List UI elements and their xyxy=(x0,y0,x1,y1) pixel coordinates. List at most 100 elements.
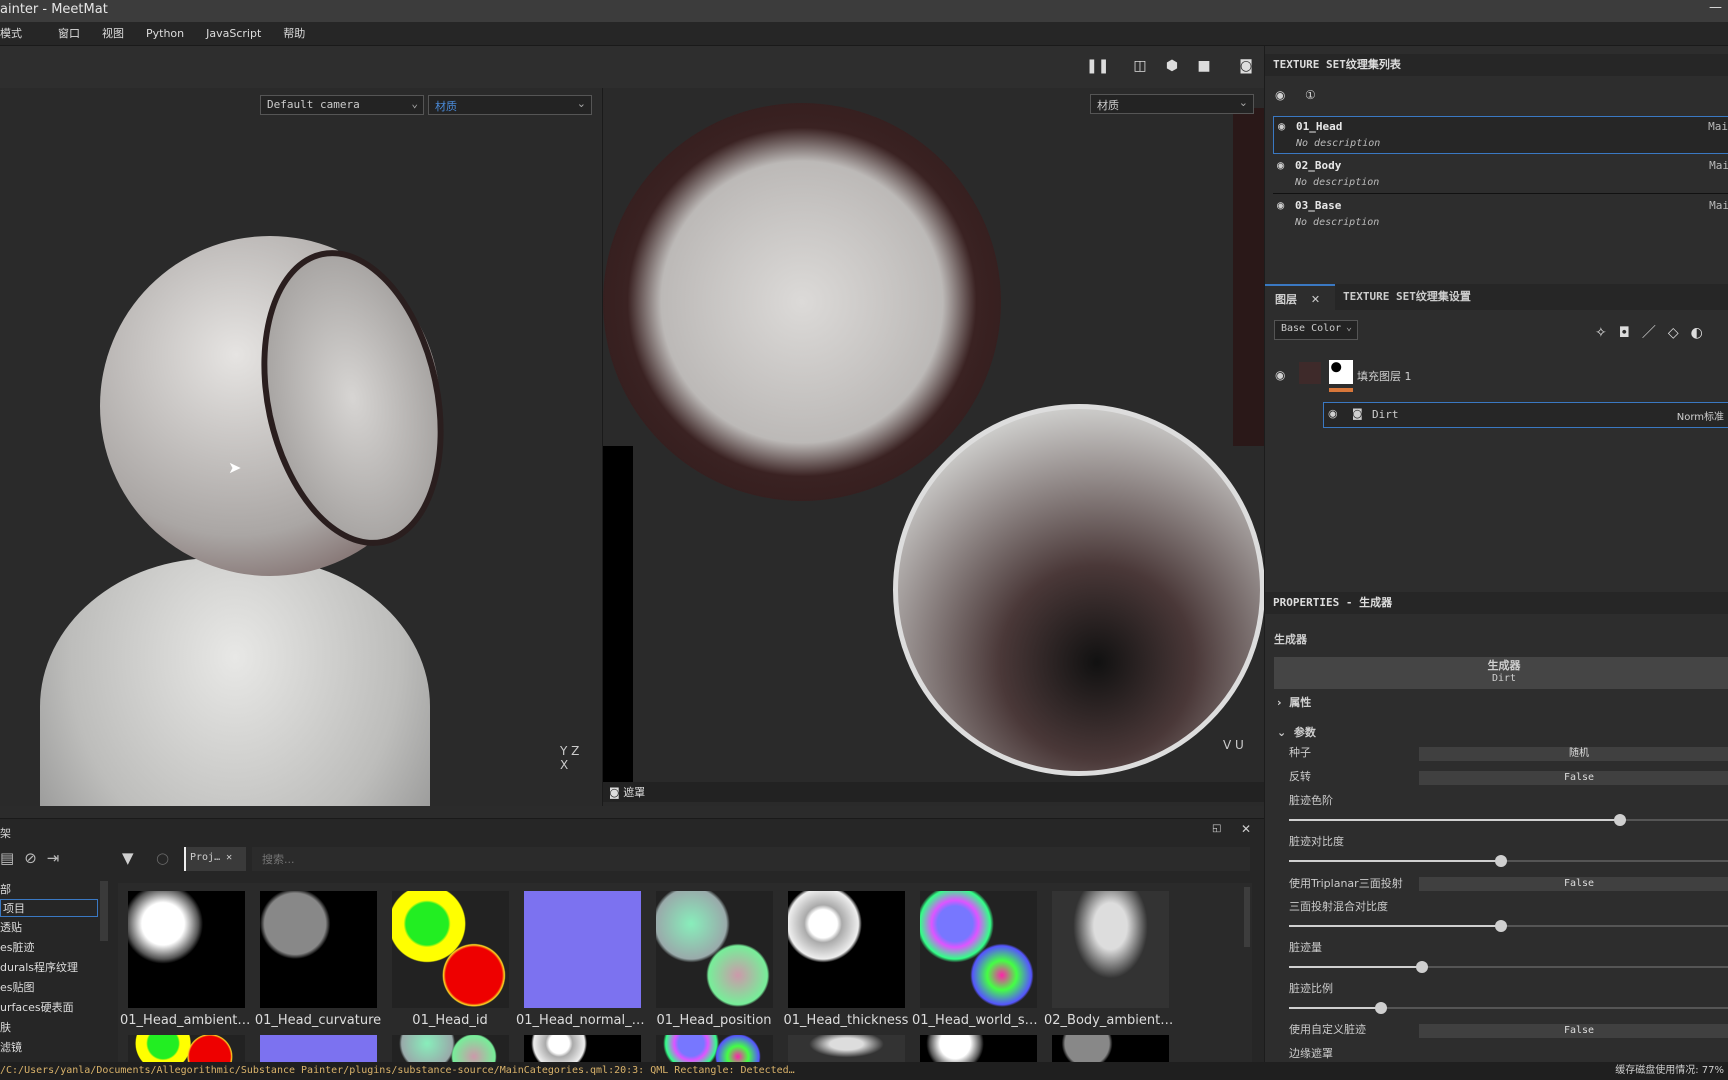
thumbnail-image[interactable] xyxy=(524,1035,641,1063)
slider-handle[interactable] xyxy=(1494,855,1507,867)
mask-add-icon[interactable]: ◐ xyxy=(1691,325,1715,341)
mask-thumbnail xyxy=(1329,360,1353,384)
fill-layer-row[interactable]: ◉ 填充图层 1 xyxy=(1265,356,1728,402)
grid-scrollbar[interactable] xyxy=(1244,887,1250,947)
thumbnail-label: 01_Head_curvature xyxy=(254,1013,382,1028)
filter-icon[interactable]: ▼ xyxy=(122,849,134,867)
viewport-3d[interactable]: ➤ Y ZX xyxy=(0,88,601,806)
thumbnail-image[interactable] xyxy=(128,891,245,1008)
triplanar-toggle[interactable]: False xyxy=(1419,877,1728,891)
thumbnail-image[interactable] xyxy=(1052,891,1169,1008)
camera-icon[interactable]: ■ xyxy=(1194,58,1214,76)
close-icon[interactable]: ✕ xyxy=(226,852,232,863)
triplanar-contrast-slider[interactable] xyxy=(1289,920,1728,932)
thumbnail-image[interactable] xyxy=(920,891,1037,1008)
float-button[interactable]: ◱ xyxy=(1212,823,1221,834)
minimize-button[interactable]: — xyxy=(1709,0,1722,15)
category-scrollbar[interactable] xyxy=(100,881,108,941)
menu-javascript[interactable]: JavaScript xyxy=(206,22,261,46)
filter-tag[interactable]: Proj… ✕ xyxy=(184,847,246,871)
cube-icon[interactable]: ⬢ xyxy=(1162,58,1182,76)
menu-mode[interactable]: 模式 xyxy=(0,22,22,46)
thumbnail-image[interactable] xyxy=(788,891,905,1008)
shelf-icons: ▤⊘⇥ xyxy=(0,849,69,867)
category-item[interactable]: durals程序纹理 xyxy=(0,959,78,975)
viewport2d-mode-dropdown[interactable]: 材质 ⌄ xyxy=(1090,94,1254,114)
close-icon[interactable]: ✕ xyxy=(1311,293,1320,306)
paint-bucket-icon[interactable]: ◇ xyxy=(1668,325,1691,341)
channel-dropdown[interactable]: Base Color ⌄ xyxy=(1274,320,1358,340)
slider-handle[interactable] xyxy=(1494,920,1507,932)
paint-brush-icon[interactable]: ／ xyxy=(1642,325,1668,341)
pause-icon[interactable]: ❚❚ xyxy=(1086,58,1109,76)
thumbnail-image[interactable] xyxy=(656,891,773,1008)
uv-strip-right xyxy=(1233,108,1264,446)
hide-icon[interactable]: ⊘ xyxy=(24,849,47,867)
eye-icon[interactable]: ◉ xyxy=(1278,119,1285,133)
dirt-level-slider[interactable] xyxy=(1289,814,1728,826)
mask-icon[interactable]: ◙ xyxy=(609,786,620,799)
thumbnail-label: 01_Head_id xyxy=(412,1013,488,1028)
thumbnail-image[interactable] xyxy=(656,1035,773,1063)
thumbnail-image[interactable] xyxy=(260,1035,377,1063)
close-button[interactable]: ✕ xyxy=(1241,822,1251,836)
thumbnail-image[interactable] xyxy=(392,891,509,1008)
texture-set-row[interactable]: ◉ 03_Base No description Mai xyxy=(1273,196,1728,234)
tab-layers[interactable]: 图层 ✕ xyxy=(1265,284,1335,310)
viewport3d-mode-dropdown[interactable]: 材质 ⌄ xyxy=(428,95,592,115)
shelf-title: 架 xyxy=(0,827,11,840)
category-item[interactable]: es贴图 xyxy=(0,979,35,995)
magic-wand-icon[interactable]: ✧ xyxy=(1595,325,1619,341)
save-icon[interactable]: ▤ xyxy=(0,849,24,867)
eye-icon[interactable]: ◉ xyxy=(1277,158,1284,172)
effect-row[interactable]: ◉ ◙ Dirt Norm标准 xyxy=(1323,402,1728,428)
tab-texture-set-settings[interactable]: TEXTURE SET纹理集设置 xyxy=(1343,288,1471,304)
thumbnail-image[interactable] xyxy=(788,1035,905,1063)
slider-handle[interactable] xyxy=(1375,1002,1387,1014)
thumbnail-image[interactable] xyxy=(524,891,641,1008)
category-item[interactable]: 滤镜 xyxy=(0,1039,22,1055)
camera-dropdown[interactable]: Default camera ⌄ xyxy=(260,95,424,115)
dirt-scale-slider[interactable] xyxy=(1289,1002,1728,1014)
import-icon[interactable]: ⇥ xyxy=(47,849,70,867)
invert-toggle[interactable]: False xyxy=(1419,771,1728,785)
thumbnail-image[interactable] xyxy=(128,1035,245,1063)
custom-dirt-toggle[interactable]: False xyxy=(1419,1024,1728,1038)
eye-icon[interactable]: ◉ xyxy=(1277,198,1284,212)
category-item[interactable]: 部 xyxy=(0,881,11,897)
search-input[interactable] xyxy=(252,847,1250,871)
category-item[interactable]: 肤 xyxy=(0,1019,11,1035)
blend-mode-dropdown[interactable]: Norm标准 xyxy=(1677,408,1724,423)
texture-set-row[interactable]: ◉ 02_Body No description Mai xyxy=(1273,156,1728,194)
menu-view[interactable]: 视图 xyxy=(102,22,124,46)
menu-python[interactable]: Python xyxy=(146,22,184,46)
screenshot-icon[interactable]: ◙ xyxy=(1236,58,1256,76)
generator-selector[interactable]: 生成器 Dirt xyxy=(1274,657,1728,689)
thumbnail-image[interactable] xyxy=(920,1035,1037,1063)
group-params[interactable]: ⌄ 参数 xyxy=(1277,724,1316,740)
split-view-icon[interactable]: ◫ xyxy=(1130,58,1150,76)
seed-button[interactable]: 随机 xyxy=(1419,747,1728,761)
thumbnail-image[interactable] xyxy=(1052,1035,1169,1063)
uv-axis-gizmo: V U xyxy=(1223,738,1244,752)
menu-window[interactable]: 窗口 xyxy=(58,22,80,46)
eye-icon[interactable]: ◉ xyxy=(1328,407,1338,420)
menu-help[interactable]: 帮助 xyxy=(283,22,305,46)
reset-icon[interactable]: ○ xyxy=(156,849,169,867)
thumbnail-image[interactable] xyxy=(392,1035,509,1063)
category-item[interactable]: 项目 xyxy=(0,899,98,917)
viewport-2d[interactable]: V U ◙ 遮罩 xyxy=(602,88,1264,806)
fill-layer-icon[interactable]: ◘ xyxy=(1619,325,1642,341)
thumbnail-image[interactable] xyxy=(260,891,377,1008)
category-item[interactable]: es脏迹 xyxy=(0,939,35,955)
visibility-icon[interactable]: ① xyxy=(1305,88,1316,102)
menu-bar: 模式 窗口 视图 Python JavaScript 帮助 xyxy=(0,22,1728,46)
dirt-amount-slider[interactable] xyxy=(1289,961,1728,973)
category-item[interactable]: urfaces硬表面 xyxy=(0,999,74,1015)
texture-set-row[interactable]: ◉ 01_Head No description Mai xyxy=(1273,116,1728,154)
dirt-contrast-slider[interactable] xyxy=(1289,855,1728,867)
eye-icon[interactable]: ◉ xyxy=(1275,368,1285,382)
solo-icon[interactable]: ◉ xyxy=(1275,88,1285,102)
category-item[interactable]: 透贴 xyxy=(0,919,22,935)
group-attributes[interactable]: › 属性 xyxy=(1277,694,1311,710)
